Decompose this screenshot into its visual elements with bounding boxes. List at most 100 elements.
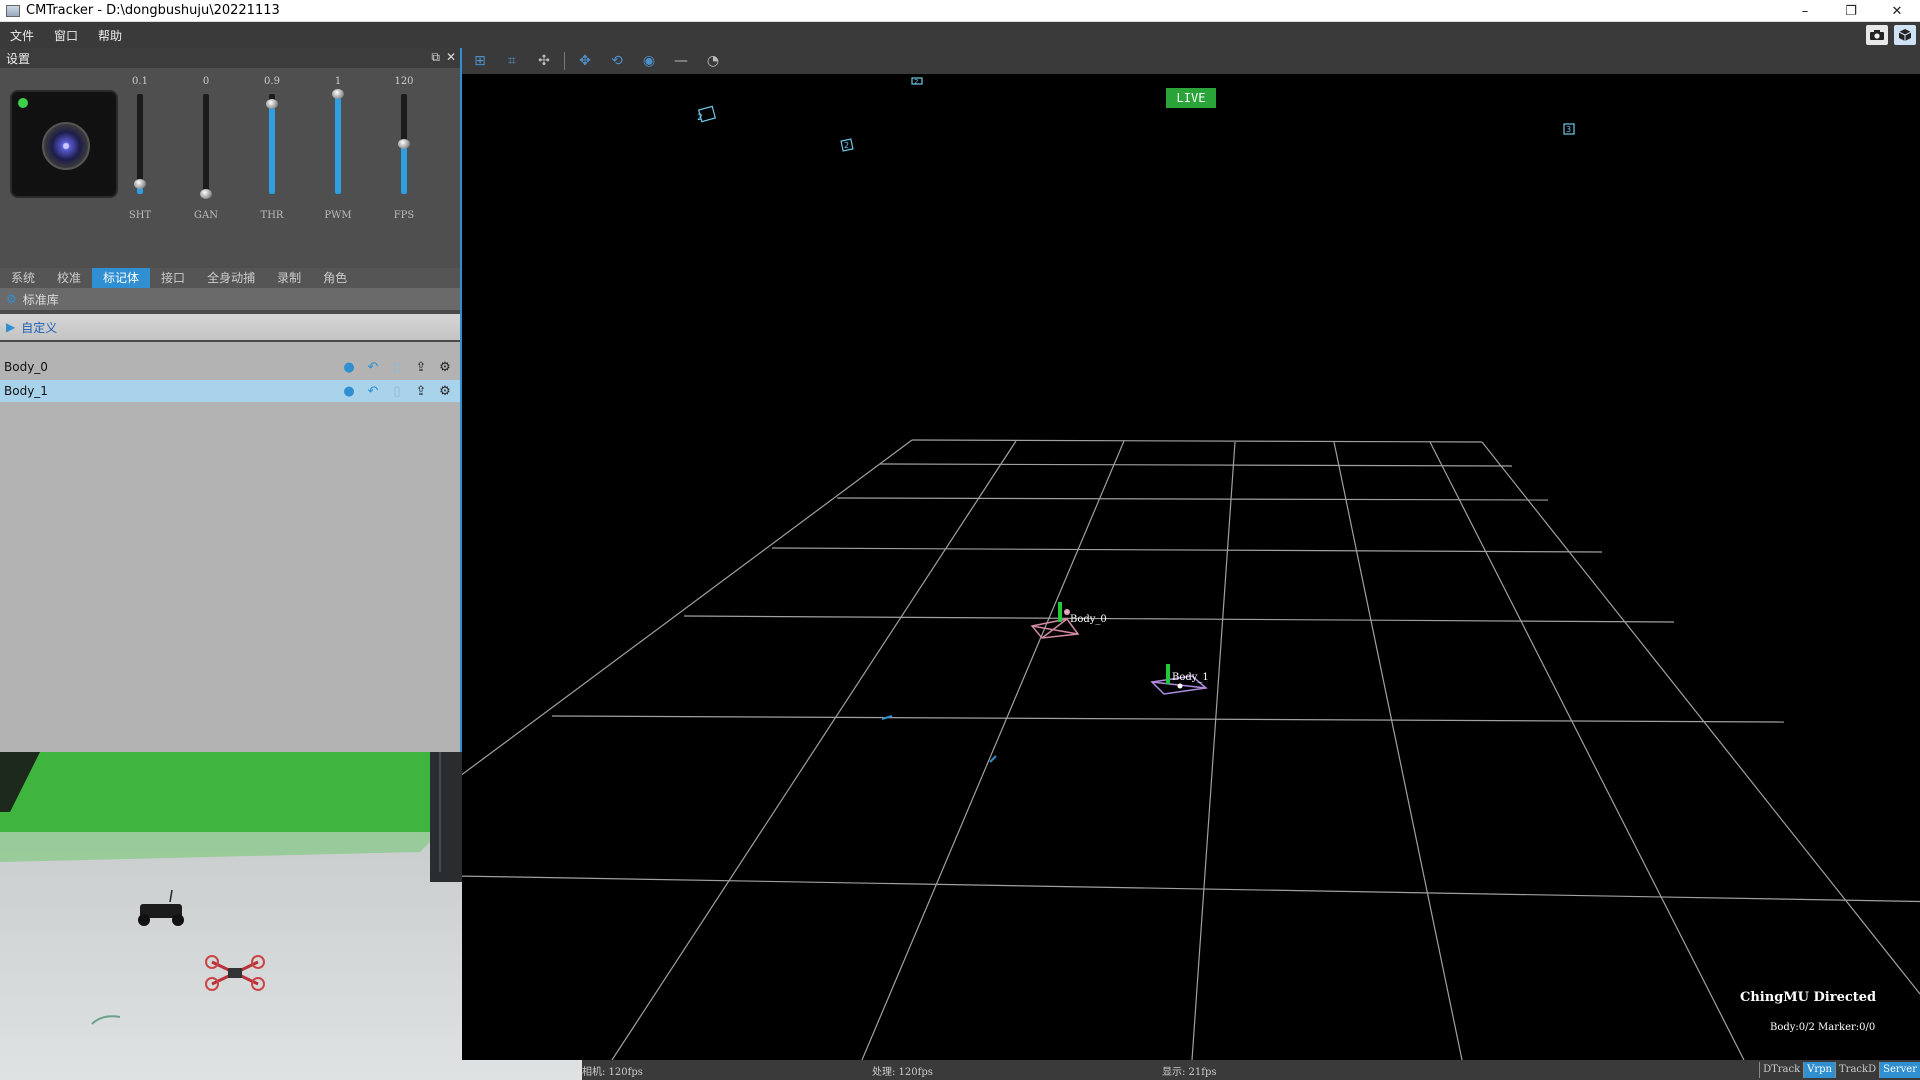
panel-header: 设置 ⧉ ✕	[0, 48, 460, 68]
bulb-icon[interactable]: ●	[340, 358, 358, 376]
menu-file[interactable]: 文件	[0, 27, 44, 44]
slider-label: SHT	[128, 210, 152, 221]
move-view-icon[interactable]: ✥	[573, 51, 597, 71]
undo-icon[interactable]: ↶	[364, 358, 382, 376]
standard-library-label: 标准库	[22, 292, 59, 307]
eye-icon[interactable]: ◉	[637, 51, 661, 71]
body-row[interactable]: Body_0 ● ↶ ▯ ⇪ ⚙	[0, 356, 460, 378]
settings-panel: 设置 ⧉ ✕ 0.1 SHT 0 GAN 0.9 THR 1 PWM 120 FPS 系统 校准 标记…	[0, 48, 462, 798]
3d-grid-scene: Body_0 Body_1 2 2 2 3	[462, 77, 1920, 1060]
status-led-icon	[18, 98, 28, 108]
grid-view-icon[interactable]: ⊞	[468, 51, 492, 71]
body-row[interactable]: Body_1 ● ↶ ▯ ⇪ ⚙	[0, 380, 460, 402]
slider-fill	[401, 144, 407, 194]
menu-bar: 文件 窗口 帮助	[0, 22, 1920, 48]
tab-0[interactable]: 系统	[0, 268, 46, 288]
document-icon[interactable]: ▯	[388, 358, 406, 376]
settings-icon[interactable]: ⚙	[436, 382, 454, 400]
display-fps: 显示: 21fps	[1162, 1067, 1217, 1078]
slider-label: GAN	[194, 210, 218, 221]
standard-library-row[interactable]: ⚙ 标准库	[0, 288, 460, 310]
close-panel-icon[interactable]: ✕	[446, 50, 456, 65]
panel-title: 设置	[6, 51, 31, 66]
tab-5[interactable]: 录制	[266, 268, 312, 288]
output-tag[interactable]: Vrpn	[1803, 1062, 1835, 1078]
slider-track[interactable]	[332, 89, 344, 194]
slider-label: PWM	[324, 210, 352, 221]
undo-icon[interactable]: ↶	[364, 382, 382, 400]
slider-knob[interactable]	[398, 139, 410, 149]
body-list: Body_0 ● ↶ ▯ ⇪ ⚙ Body_1 ● ↶ ▯ ⇪ ⚙	[0, 342, 460, 760]
slider-knob[interactable]	[332, 89, 344, 99]
slider-track[interactable]	[266, 94, 278, 194]
slider-label: THR	[260, 210, 284, 221]
camera-device-icon[interactable]	[10, 90, 118, 198]
document-icon[interactable]: ▯	[388, 382, 406, 400]
slider-track[interactable]	[134, 94, 146, 194]
tab-2[interactable]: 标记体	[92, 268, 151, 288]
output-tags: DTrack Vrpn TrackD Server	[1759, 1062, 1920, 1078]
live-badge: LIVE	[1166, 88, 1216, 108]
slider-fill	[335, 94, 341, 194]
bulb-icon[interactable]: ●	[340, 382, 358, 400]
export-icon[interactable]: ⇪	[412, 382, 430, 400]
tab-3[interactable]: 接口	[150, 268, 196, 288]
slider-value: 1	[334, 76, 342, 87]
window-title: CMTracker - D:\dongbushuju\20221113	[26, 3, 280, 18]
menu-help[interactable]: 帮助	[88, 27, 132, 44]
custom-library-row[interactable]: ▶ 自定义	[0, 314, 460, 340]
body-0-label: Body_0	[1070, 614, 1107, 625]
tab-6[interactable]: 角色	[312, 268, 358, 288]
slider-thr[interactable]: 0.9 THR	[252, 68, 292, 238]
title-bar: CMTracker - D:\dongbushuju\20221113 – ❐ …	[0, 0, 1920, 22]
slider-sht[interactable]: 0.1 SHT	[120, 68, 160, 238]
slider-gan[interactable]: 0 GAN	[186, 68, 226, 238]
toolbar-separator	[564, 52, 565, 70]
drone-icon[interactable]: ✣	[532, 51, 556, 71]
minimize-button[interactable]: –	[1782, 0, 1828, 22]
settings-tabs: 系统 校准 标记体 接口 全身动捕 录制 角色	[0, 268, 460, 288]
gauge-icon[interactable]: ◔	[701, 51, 725, 71]
status-bar: 相机: 120fps 处理: 120fps 显示: 21fps DTrack Vr…	[582, 1060, 1920, 1080]
tab-4[interactable]: 全身动捕	[196, 268, 266, 288]
output-tag[interactable]: Server	[1879, 1062, 1920, 1078]
slider-pwm[interactable]: 1 PWM	[318, 68, 358, 238]
slider-value: 0.1	[132, 76, 148, 87]
output-tag[interactable]: DTrack	[1759, 1062, 1803, 1078]
restore-button[interactable]: ❐	[1828, 0, 1874, 22]
camera-arrangement-icon[interactable]: ⌗	[500, 51, 524, 71]
output-tag[interactable]: TrackD	[1835, 1062, 1879, 1078]
slider-knob[interactable]	[134, 179, 146, 189]
float-panel-icon[interactable]: ⧉	[431, 50, 440, 65]
arrow-flag-icon: ▶	[6, 320, 16, 334]
tab-1[interactable]: 校准	[46, 268, 92, 288]
export-icon[interactable]: ⇪	[412, 358, 430, 376]
camera-icon[interactable]	[1866, 25, 1888, 45]
settings-icon[interactable]: ⚙	[436, 358, 454, 376]
brand-label: ChingMU Directed	[1740, 990, 1877, 1005]
slider-track[interactable]	[200, 94, 212, 199]
3d-viewport[interactable]: Body_0 Body_1 2 2 2 3	[462, 74, 1920, 1060]
body-1-label: Body_1	[1172, 672, 1209, 683]
camera-fps: 相机: 120fps	[582, 1067, 643, 1078]
slider-fps[interactable]: 120 FPS	[384, 68, 424, 238]
rotate-view-icon[interactable]: ⟲	[605, 51, 629, 71]
body-name: Body_1	[4, 384, 48, 398]
menu-window[interactable]: 窗口	[44, 27, 88, 44]
green-screen	[0, 752, 440, 832]
slider-value: 0.9	[264, 76, 280, 87]
floor-grid	[462, 439, 1920, 1060]
slider-label: FPS	[393, 210, 415, 221]
library-gear-icon: ⚙	[6, 292, 17, 306]
close-button[interactable]: ✕	[1874, 0, 1920, 22]
camera-settings: 0.1 SHT 0 GAN 0.9 THR 1 PWM 120 FPS	[0, 68, 460, 268]
slider-knob[interactable]	[266, 99, 278, 109]
lens-icon	[42, 122, 90, 170]
camera-id-label: 3	[1566, 125, 1571, 134]
line-tool-icon[interactable]: —	[669, 51, 693, 71]
body-name: Body_0	[4, 360, 48, 374]
slider-knob[interactable]	[200, 189, 212, 199]
slider-value: 120	[394, 76, 414, 87]
slider-track[interactable]	[398, 94, 410, 194]
cube-view-icon[interactable]	[1894, 25, 1916, 45]
